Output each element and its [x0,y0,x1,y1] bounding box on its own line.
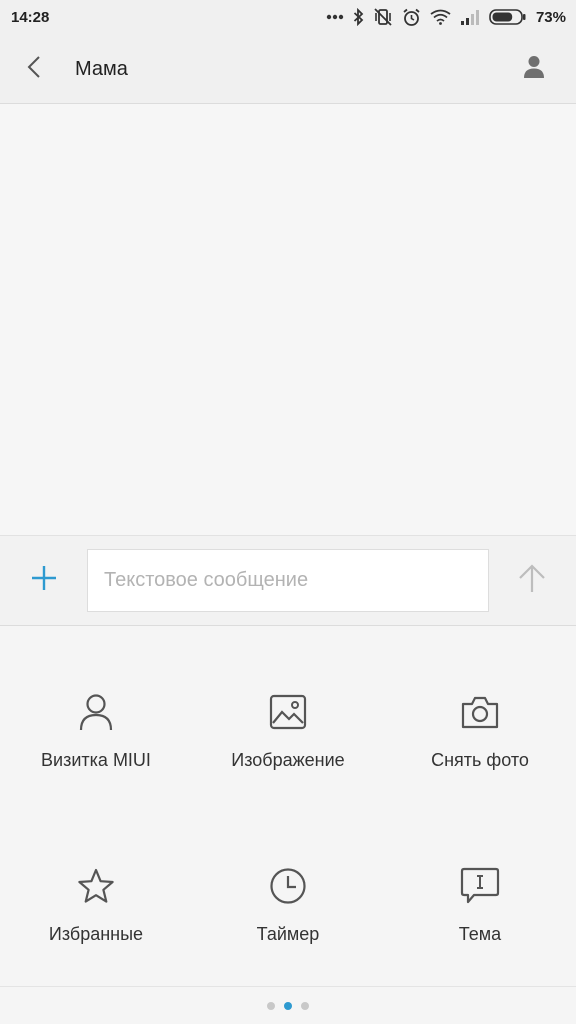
attach-image[interactable]: Изображение [192,682,384,812]
bluetooth-icon [353,8,364,26]
attach-button[interactable] [24,560,64,600]
star-icon [74,864,118,908]
attach-label: Избранные [48,924,144,944]
more-dots-icon [326,14,344,20]
alarm-icon [402,8,421,27]
status-icons: 73% [326,8,566,27]
page-dot-active[interactable] [284,1001,292,1010]
attach-camera[interactable]: Снять фото [384,682,576,812]
attach-favorites[interactable]: Избранные [0,856,192,986]
signal-icon [460,9,480,25]
plus-icon [31,565,57,596]
attach-label: Изображение [231,750,345,770]
battery-icon [489,9,527,25]
attachment-panel: Визитка MIUI Изображение Снять фото Избр… [0,626,576,1024]
camera-icon [458,690,502,734]
image-icon [266,690,310,734]
back-arrow-icon [27,55,41,84]
page-dot[interactable] [301,1001,309,1010]
messaging-screen: 14:28 73% Мама Текстовое сообщение Визит… [0,0,576,1024]
attach-label: Тема [458,924,502,944]
status-bar: 14:28 73% [0,0,576,34]
status-time: 14:28 [11,8,50,26]
back-button[interactable] [16,51,52,87]
attach-label: Снять фото [431,750,529,770]
page-dot[interactable] [267,1001,275,1010]
message-list[interactable] [0,104,576,535]
chat-title: Мама [75,58,128,80]
vibrate-off-icon [373,8,393,26]
attach-label: Визитка MIUI [41,750,151,770]
send-button[interactable] [512,560,552,600]
message-input[interactable] [87,549,489,612]
contact-button[interactable] [516,51,552,87]
page-indicator [0,986,576,1024]
attach-subject[interactable]: Тема [384,856,576,986]
subject-icon [458,864,502,908]
clock-icon [266,864,310,908]
contact-card-icon [74,690,118,734]
compose-bar [0,535,576,626]
send-arrow-icon [518,563,546,598]
battery-percent: 73% [535,8,566,26]
person-icon [523,55,545,84]
attach-contact-card[interactable]: Визитка MIUI [0,682,192,812]
title-bar: Мама [0,34,576,104]
wifi-icon [430,9,451,25]
attach-timer[interactable]: Таймер [192,856,384,986]
attach-label: Таймер [256,924,320,944]
